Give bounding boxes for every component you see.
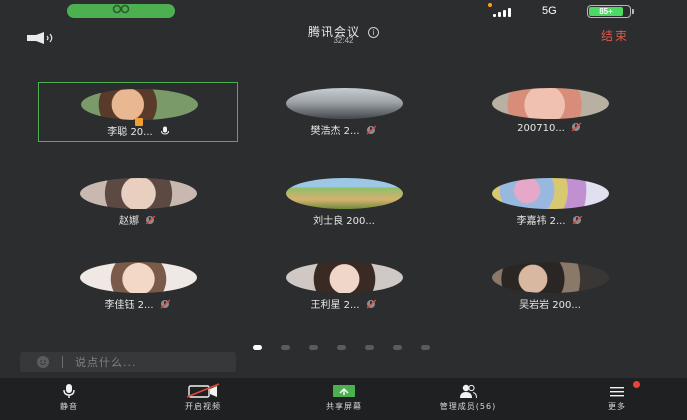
participant-avatar: [80, 262, 197, 293]
participant-name: 李聪 20...: [107, 127, 153, 138]
page-dot[interactable]: [309, 345, 318, 350]
participant-name-row: 吴岩岩 200...: [450, 296, 650, 311]
chat-placeholder: 说点什么...: [75, 356, 137, 369]
battery-cap: [632, 9, 634, 14]
participant-avatar: [81, 89, 198, 120]
participant-name-row: 樊浩杰 2...: [244, 122, 444, 137]
participant-name: 吴岩岩 200...: [519, 300, 581, 311]
mic-muted-icon: [366, 125, 378, 135]
participant-name: 赵娜: [119, 216, 139, 227]
mic-muted-icon: [145, 215, 157, 225]
participant-avatar: [492, 178, 609, 209]
privacy-indicator-dot: [488, 3, 492, 7]
participant-tile[interactable]: 王利星 2...: [244, 260, 444, 320]
mic-muted-icon: [571, 122, 583, 132]
share-screen-label: 共享屏幕: [326, 402, 362, 411]
battery-percent: 85+: [599, 7, 613, 16]
participant-avatar: [286, 262, 403, 293]
participant-tile[interactable]: 李佳钰 2...: [38, 260, 238, 320]
participant-tile[interactable]: 樊浩杰 2...: [244, 82, 444, 142]
participant-tile[interactable]: 吴岩岩 200...: [450, 260, 650, 320]
page-dot[interactable]: [393, 345, 402, 350]
mute-button[interactable]: 静音: [44, 378, 94, 420]
emoji-icon[interactable]: [36, 355, 50, 369]
participant-name-row: 王利星 2...: [244, 296, 444, 311]
page-indicator[interactable]: [253, 345, 430, 350]
participant-name: 李佳钰 2...: [104, 300, 154, 311]
meeting-app-icon: [110, 4, 132, 18]
mic-muted-icon: [160, 299, 172, 309]
network-type: 5G: [542, 5, 557, 17]
page-dot[interactable]: [337, 345, 346, 350]
participant-tile[interactable]: 刘士良 200...: [244, 176, 444, 236]
participant-name-row: 赵娜: [38, 212, 238, 227]
mic-icon: [159, 126, 171, 136]
menu-icon: [610, 387, 624, 397]
call-in-progress-pill[interactable]: [67, 4, 175, 18]
signal-strength-icon: [493, 7, 511, 17]
video-off-icon: [186, 383, 220, 398]
share-screen-button[interactable]: 共享屏幕: [306, 378, 382, 420]
end-meeting-button[interactable]: 结束: [601, 27, 629, 44]
participant-name: 樊浩杰 2...: [310, 126, 360, 137]
battery-icon: 85+: [587, 5, 631, 18]
more-label: 更多: [608, 402, 626, 411]
participant-name: 刘士良 200...: [313, 216, 375, 227]
participant-name-row: 李佳钰 2...: [38, 296, 238, 311]
participant-name-row: 200710...: [450, 122, 650, 134]
bottom-toolbar: 静音 开启视频 共享屏幕 管理成员(56) 更多: [0, 378, 687, 420]
mic-muted-icon: [572, 215, 584, 225]
notification-dot: [633, 381, 640, 388]
participant-name: 200710...: [517, 123, 565, 134]
microphone-icon: [63, 384, 75, 398]
participant-avatar: [80, 178, 197, 209]
participant-name-row: 刘士良 200...: [244, 212, 444, 227]
page-dot[interactable]: [281, 345, 290, 350]
participant-tile[interactable]: 赵娜: [38, 176, 238, 236]
page-dot[interactable]: [421, 345, 430, 350]
participant-name: 李嘉祎 2...: [516, 216, 566, 227]
members-icon: [460, 384, 477, 399]
manage-members-label: 管理成员(56): [439, 402, 497, 411]
page-dot[interactable]: [365, 345, 374, 350]
chat-divider: [62, 356, 63, 368]
meeting-timer: 32:42: [333, 36, 354, 45]
status-bar: 5G 85+: [0, 0, 687, 22]
participant-tile[interactable]: 李聪 20...: [38, 82, 238, 142]
participant-tile[interactable]: 李嘉祎 2...: [450, 176, 650, 236]
share-screen-icon: [333, 385, 355, 397]
manage-members-button[interactable]: 管理成员(56): [426, 378, 510, 420]
chat-input[interactable]: 说点什么...: [20, 352, 236, 372]
page-dot[interactable]: [253, 345, 262, 350]
participant-avatar: [286, 178, 403, 209]
mic-muted-icon: [366, 299, 378, 309]
participant-avatar: [492, 262, 609, 293]
participant-tile[interactable]: 200710...: [450, 82, 650, 142]
start-video-label: 开启视频: [185, 402, 221, 411]
mute-label: 静音: [60, 402, 78, 411]
participant-name-row: 李嘉祎 2...: [450, 212, 650, 227]
participant-name-row: 李聪 20...: [39, 123, 239, 138]
participant-avatar: [286, 88, 403, 119]
participant-avatar: [492, 88, 609, 119]
start-video-button[interactable]: 开启视频: [168, 378, 238, 420]
participant-name: 王利星 2...: [310, 300, 360, 311]
